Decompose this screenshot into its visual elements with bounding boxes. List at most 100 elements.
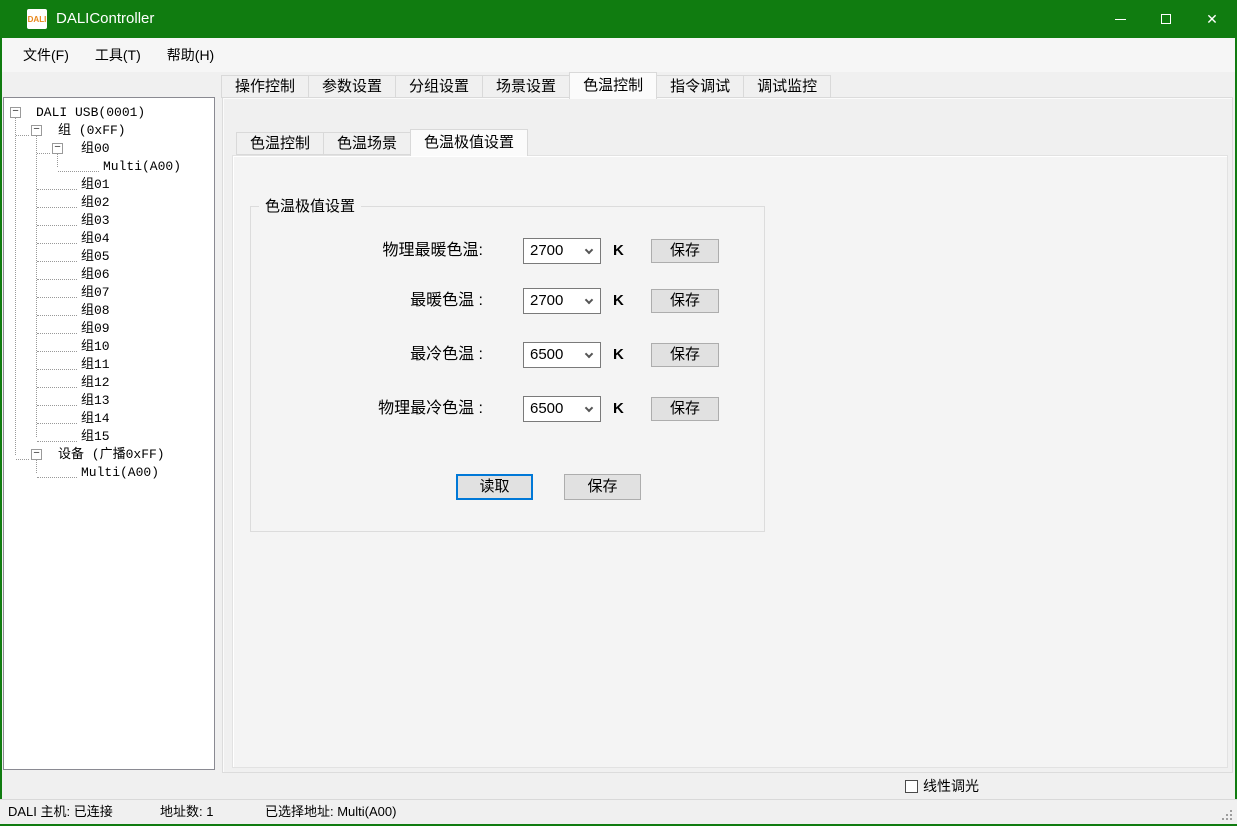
menu-tools[interactable]: 工具(T): [82, 38, 154, 72]
tree-connector: [37, 248, 77, 262]
save-warmest-button[interactable]: 保存: [651, 289, 719, 313]
menu-bar: 文件(F) 工具(T) 帮助(H): [2, 38, 1235, 72]
tab-scene-settings[interactable]: 场景设置: [482, 75, 570, 98]
tree-item-multi-a00-2[interactable]: Multi(A00): [4, 464, 214, 482]
tree-connector: [37, 266, 77, 280]
unit-label: K: [613, 396, 624, 422]
window-border: [0, 38, 2, 826]
linear-dimming-row: 线性调光: [905, 775, 979, 797]
subtab-color-temp-extremes[interactable]: 色温极值设置: [410, 129, 528, 156]
tree-item-multi-a00[interactable]: Multi(A00): [4, 158, 214, 176]
minimize-button[interactable]: [1097, 0, 1143, 38]
tab-command-debug[interactable]: 指令调试: [656, 75, 744, 98]
tree-item-group-10[interactable]: 组10: [4, 338, 214, 356]
tab-operation-control[interactable]: 操作控制: [221, 75, 309, 98]
tree-connector: [37, 230, 77, 244]
tree-item-group-0xff[interactable]: −组 (0xFF): [4, 122, 214, 140]
physical-coolest-combobox[interactable]: 6500: [523, 396, 601, 422]
tree-collapse-icon[interactable]: −: [10, 107, 21, 118]
subtab-color-temp-control[interactable]: 色温控制: [236, 132, 324, 155]
chevron-down-icon: [585, 404, 593, 412]
minimize-icon: [1115, 19, 1126, 20]
window-controls: ✕: [1097, 0, 1235, 38]
tree-item-group-06[interactable]: 组06: [4, 266, 214, 284]
menu-help[interactable]: 帮助(H): [154, 38, 227, 72]
coolest-combobox[interactable]: 6500: [523, 342, 601, 368]
tree-item-group-09[interactable]: 组09: [4, 320, 214, 338]
tree-collapse-icon[interactable]: −: [31, 449, 42, 460]
tree-item-group-00[interactable]: −组00: [4, 140, 214, 158]
status-host-connection: DALI 主机: 已连接: [8, 800, 113, 824]
app-icon: DALI: [27, 9, 47, 29]
tree-item-group-13[interactable]: 组13: [4, 392, 214, 410]
tree-connector: [37, 284, 77, 298]
tree-connector: [37, 410, 77, 424]
menu-file[interactable]: 文件(F): [10, 38, 82, 72]
window-title: DALIController: [56, 0, 154, 38]
tree-item-device-broadcast[interactable]: −设备 (广播0xFF): [4, 446, 214, 464]
tree-connector: [37, 140, 50, 154]
tree-item-group-14[interactable]: 组14: [4, 410, 214, 428]
tree-item-group-12[interactable]: 组12: [4, 374, 214, 392]
unit-label: K: [613, 288, 624, 314]
status-address-count: 地址数: 1: [160, 800, 213, 824]
tree-connector: [37, 356, 77, 370]
chevron-down-icon: [585, 246, 593, 254]
warmest-combobox[interactable]: 2700: [523, 288, 601, 314]
field-label: 最冷色温 :: [251, 342, 483, 368]
tree-connector: [37, 428, 77, 442]
close-icon: ✕: [1206, 12, 1218, 26]
tree-connector: [16, 122, 29, 136]
field-label: 物理最冷色温 :: [251, 396, 483, 422]
tree-collapse-icon[interactable]: −: [31, 125, 42, 136]
tree-item-group-01[interactable]: 组01: [4, 176, 214, 194]
app-icon-text: DALI: [28, 15, 47, 24]
resize-grip[interactable]: [1230, 810, 1232, 812]
tab-debug-monitor[interactable]: 调试监控: [743, 75, 831, 98]
tree-item-group-04[interactable]: 组04: [4, 230, 214, 248]
save-physical-coolest-button[interactable]: 保存: [651, 397, 719, 421]
read-button[interactable]: 读取: [456, 474, 533, 500]
tree-collapse-icon[interactable]: −: [52, 143, 63, 154]
close-button[interactable]: ✕: [1189, 0, 1235, 38]
tree-item-group-08[interactable]: 组08: [4, 302, 214, 320]
status-bar: DALI 主机: 已连接 地址数: 1 已选择地址: Multi(A00): [0, 799, 1237, 824]
status-selected-address: 已选择地址: Multi(A00): [265, 800, 396, 824]
tree-item-group-02[interactable]: 组02: [4, 194, 214, 212]
field-label: 最暖色温 :: [251, 288, 483, 314]
tab-color-temp-control[interactable]: 色温控制: [569, 72, 657, 99]
tree-item-dali-usb[interactable]: −DALI USB(0001): [4, 104, 214, 122]
device-tree-panel: −DALI USB(0001) −组 (0xFF) −组00 Multi(A00…: [3, 97, 215, 770]
physical-warmest-combobox[interactable]: 2700: [523, 238, 601, 264]
app-window: DALI DALIController ✕ 文件(F) 工具(T) 帮助(H) …: [0, 0, 1237, 826]
tree-connector: [37, 176, 77, 190]
groupbox-title: 色温极值设置: [259, 197, 361, 216]
tab-grouping-settings[interactable]: 分组设置: [395, 75, 483, 98]
save-physical-warmest-button[interactable]: 保存: [651, 239, 719, 263]
field-label: 物理最暖色温:: [251, 238, 483, 264]
linear-dimming-checkbox[interactable]: [905, 780, 918, 793]
save-all-button[interactable]: 保存: [564, 474, 641, 500]
tree-connector: [58, 158, 99, 172]
tree-connector: [37, 212, 77, 226]
tree-connector: [16, 446, 29, 460]
tree-connector: [37, 392, 77, 406]
sub-tab-strip: 色温控制 色温场景 色温极值设置: [237, 128, 528, 155]
linear-dimming-label: 线性调光: [923, 776, 979, 796]
tree-item-group-07[interactable]: 组07: [4, 284, 214, 302]
unit-label: K: [613, 342, 624, 368]
chevron-down-icon: [585, 350, 593, 358]
tab-parameter-settings[interactable]: 参数设置: [308, 75, 396, 98]
subtab-color-temp-scene[interactable]: 色温场景: [323, 132, 411, 155]
tree-item-group-15[interactable]: 组15: [4, 428, 214, 446]
tree-item-group-05[interactable]: 组05: [4, 248, 214, 266]
tree-item-group-03[interactable]: 组03: [4, 212, 214, 230]
maximize-icon: [1161, 14, 1171, 24]
tree-connector: [37, 302, 77, 316]
unit-label: K: [613, 238, 624, 264]
maximize-button[interactable]: [1143, 0, 1189, 38]
tree-connector: [37, 320, 77, 334]
tree-item-group-11[interactable]: 组11: [4, 356, 214, 374]
save-coolest-button[interactable]: 保存: [651, 343, 719, 367]
device-tree: −DALI USB(0001) −组 (0xFF) −组00 Multi(A00…: [4, 104, 214, 482]
